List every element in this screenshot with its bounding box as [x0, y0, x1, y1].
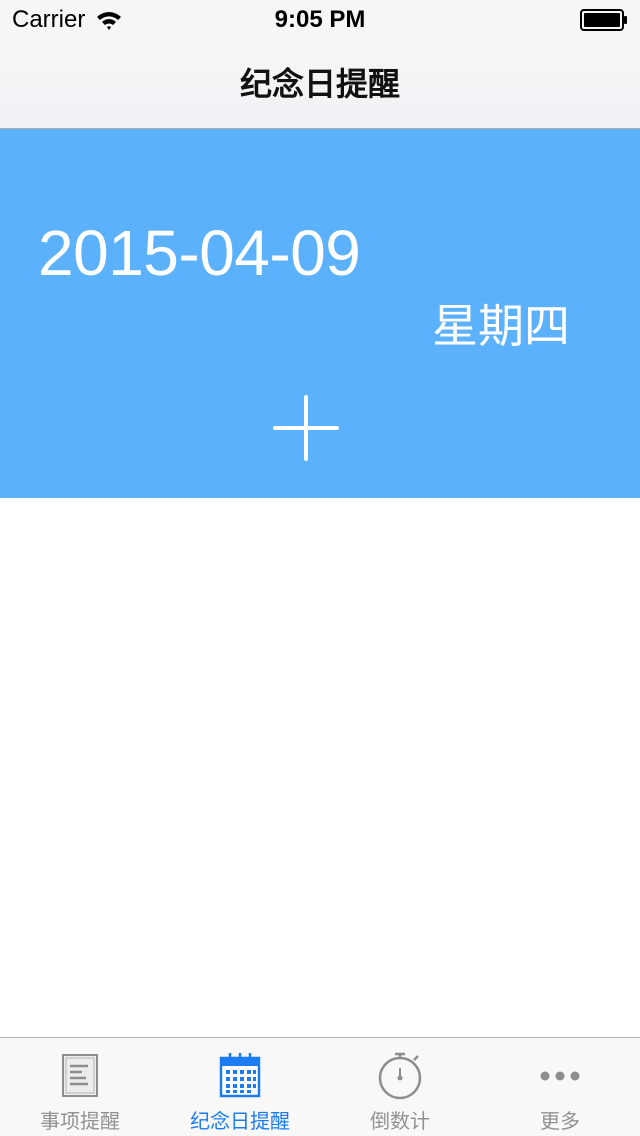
- tab-label-more: 更多: [540, 1109, 580, 1133]
- tab-countdown[interactable]: 倒数计: [320, 1038, 480, 1136]
- page-title: 纪念日提醒: [239, 65, 400, 103]
- status-time: 9:05 PM: [274, 6, 366, 33]
- add-anniversary-button[interactable]: [273, 395, 339, 461]
- tab-reminders[interactable]: 事项提醒: [0, 1038, 160, 1136]
- stopwatch-icon: [378, 1052, 422, 1100]
- date-header-panel: 2015-04-09 星期四: [0, 129, 640, 498]
- plus-icon: [273, 395, 339, 461]
- tab-label-reminders: 事项提醒: [40, 1109, 120, 1133]
- tab-bar: 事项提醒 纪念日提醒 倒数计 更多: [0, 1037, 640, 1136]
- current-weekday: 星期四: [432, 299, 570, 353]
- tab-label-countdown: 倒数计: [370, 1109, 430, 1133]
- status-bar: Carrier 9:05 PM: [0, 0, 640, 40]
- navigation-bar: 纪念日提醒: [0, 40, 640, 129]
- more-icon: [540, 1071, 580, 1081]
- tab-label-anniversary: 纪念日提醒: [190, 1109, 290, 1133]
- tab-anniversary[interactable]: 纪念日提醒: [160, 1038, 320, 1136]
- anniversary-list: [0, 498, 640, 1037]
- current-date: 2015-04-09: [38, 217, 361, 289]
- document-icon: [62, 1054, 98, 1097]
- tab-more[interactable]: 更多: [480, 1038, 640, 1136]
- battery-icon: [580, 9, 627, 31]
- calendar-icon: [219, 1053, 261, 1098]
